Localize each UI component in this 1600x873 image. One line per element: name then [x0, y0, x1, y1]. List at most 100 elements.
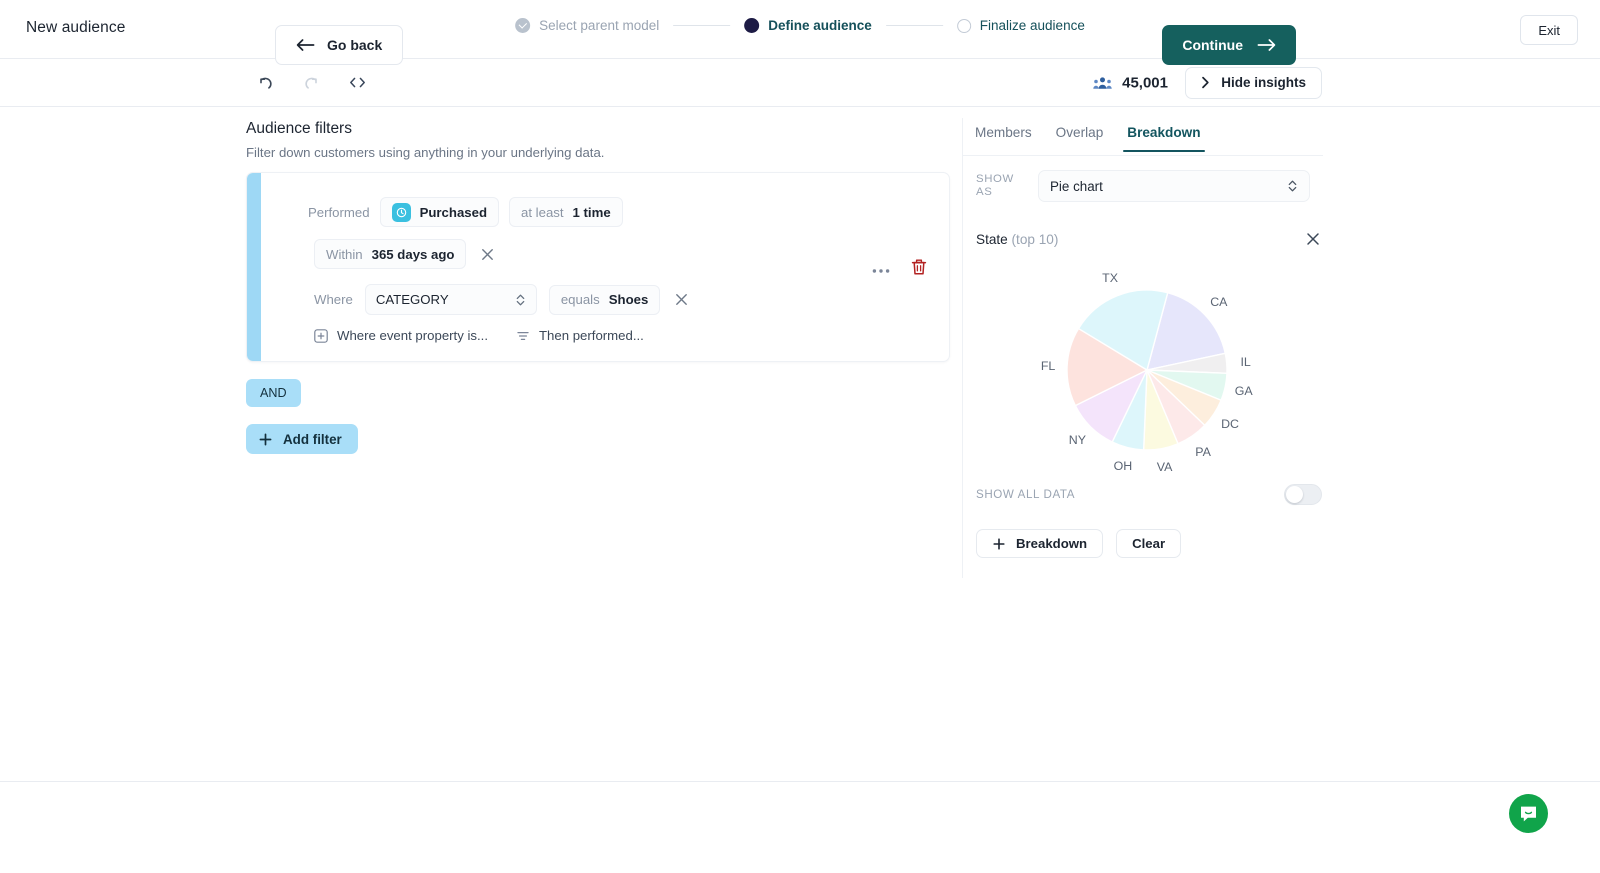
filter-group-accent-bar — [247, 173, 261, 361]
members-count-display: 45,001 — [1093, 74, 1168, 91]
property-value: CATEGORY — [376, 292, 449, 307]
breakdown-pie-chart: CAILGADCPAVAOHNYFLTX — [1000, 268, 1300, 473]
frequency-prefix: at least — [521, 205, 564, 220]
pie-slice-label: PA — [1195, 445, 1211, 459]
plus-icon — [992, 537, 1006, 551]
close-icon — [675, 293, 688, 306]
breakdown-dimension: State — [976, 232, 1008, 247]
show-as-select[interactable]: Pie chart — [1038, 170, 1310, 202]
show-as-row: SHOW AS Pie chart — [976, 170, 1310, 202]
clear-breakdown-button[interactable]: Clear — [1116, 529, 1181, 558]
ellipsis-icon — [872, 268, 890, 274]
event-chip[interactable]: Purchased — [380, 197, 499, 227]
delete-filter-button[interactable] — [908, 258, 930, 280]
funnel-icon — [516, 329, 530, 343]
check-circle-icon — [515, 18, 530, 33]
step-label: Define audience — [768, 18, 872, 33]
view-code-button[interactable] — [344, 70, 370, 96]
chat-support-button[interactable] — [1509, 794, 1548, 833]
redo-button[interactable] — [298, 70, 324, 96]
arrow-left-icon — [296, 38, 315, 52]
members-count-value: 45,001 — [1122, 74, 1168, 91]
filters-subtitle: Filter down customers using anything in … — [246, 145, 952, 160]
continue-label: Continue — [1182, 37, 1243, 53]
insights-tabs: Members Overlap Breakdown — [963, 125, 1213, 152]
frequency-value: 1 time — [573, 205, 611, 220]
people-icon — [1093, 75, 1112, 90]
remove-timeframe-button[interactable] — [478, 245, 496, 263]
footer-bar — [0, 781, 1600, 873]
event-name: Purchased — [420, 205, 487, 220]
property-select[interactable]: CATEGORY — [365, 284, 537, 315]
pie-slice-label: IL — [1240, 355, 1250, 369]
filter-property-row: Where CATEGORY equals Shoes — [314, 284, 690, 315]
pie-slice-label: CA — [1210, 295, 1227, 309]
add-filter-button[interactable]: Add filter — [246, 424, 358, 454]
undo-button[interactable] — [252, 70, 278, 96]
redo-icon — [303, 74, 320, 91]
plus-icon — [258, 432, 273, 447]
frequency-chip[interactable]: at least 1 time — [509, 197, 623, 227]
step-divider — [886, 25, 943, 26]
hide-insights-label: Hide insights — [1221, 75, 1306, 90]
breakdown-header: State (top 10) — [976, 230, 1322, 248]
performed-label: Performed — [308, 205, 370, 220]
exit-button[interactable]: Exit — [1520, 15, 1578, 45]
pie-slice-label: FL — [1041, 359, 1055, 373]
remove-breakdown-button[interactable] — [1304, 230, 1322, 248]
show-all-data-label: SHOW ALL DATA — [976, 488, 1075, 501]
show-as-label: SHOW AS — [976, 173, 1020, 199]
chevron-updown-icon — [515, 293, 526, 307]
breakdown-qualifier: (top 10) — [1012, 232, 1059, 247]
audience-filters-header: Audience filters Filter down customers u… — [246, 120, 952, 160]
editor-toolbar: 45,001 Hide insights — [0, 59, 1600, 107]
chat-bubble-icon — [1518, 803, 1539, 824]
operator-chip[interactable]: equals Shoes — [549, 285, 660, 315]
filter-group-card: Performed Purchased at least 1 time With… — [246, 172, 950, 362]
tab-members[interactable]: Members — [963, 125, 1044, 152]
trash-icon — [910, 258, 928, 277]
filter-more-options-button[interactable] — [868, 258, 894, 280]
tabs-divider — [963, 155, 1323, 156]
pie-slice-label: TX — [1102, 271, 1118, 285]
page-title: New audience — [26, 19, 125, 37]
step-finalize-audience[interactable]: Finalize audience — [957, 18, 1085, 33]
breakdown-title: State (top 10) — [976, 232, 1058, 247]
add-breakdown-button[interactable]: Breakdown — [976, 529, 1103, 558]
add-breakdown-label: Breakdown — [1016, 536, 1087, 551]
step-label: Select parent model — [539, 18, 659, 33]
step-progress: Select parent model Define audience Fina… — [515, 18, 1085, 33]
tab-breakdown[interactable]: Breakdown — [1115, 125, 1212, 152]
then-performed-button[interactable]: Then performed... — [516, 328, 644, 343]
add-event-property-button[interactable]: Where event property is... — [314, 328, 488, 343]
hide-insights-button[interactable]: Hide insights — [1185, 67, 1322, 99]
pie-slice-label: DC — [1221, 417, 1239, 431]
timeframe-chip[interactable]: Within 365 days ago — [314, 239, 466, 269]
step-label: Finalize audience — [980, 18, 1085, 33]
remove-property-button[interactable] — [672, 291, 690, 309]
filter-time-row: Within 365 days ago — [314, 239, 496, 269]
clock-icon — [392, 203, 411, 222]
filter-event-row: Performed Purchased at least 1 time — [308, 197, 623, 227]
add-filter-label: Add filter — [283, 432, 342, 447]
pie-slice-label: VA — [1157, 460, 1173, 474]
step-select-parent-model[interactable]: Select parent model — [515, 18, 659, 33]
step-define-audience[interactable]: Define audience — [744, 18, 872, 33]
tab-overlap[interactable]: Overlap — [1044, 125, 1116, 152]
step-divider — [673, 25, 730, 26]
and-operator-button[interactable]: AND — [246, 379, 301, 407]
close-icon — [1306, 232, 1320, 246]
go-back-button[interactable]: Go back — [275, 25, 403, 65]
operator-value: Shoes — [609, 292, 649, 307]
filters-title: Audience filters — [246, 120, 952, 138]
show-all-data-toggle[interactable] — [1284, 484, 1322, 505]
arrow-right-icon — [1257, 38, 1276, 52]
pie-slice-label: GA — [1235, 384, 1253, 398]
then-performed-label: Then performed... — [539, 328, 644, 343]
code-brackets-icon — [348, 75, 367, 90]
add-event-property-label: Where event property is... — [337, 328, 488, 343]
pie-slice-label: NY — [1069, 433, 1086, 447]
breakdown-actions: Breakdown Clear — [976, 529, 1181, 558]
continue-button[interactable]: Continue — [1162, 25, 1296, 65]
plus-box-icon — [314, 329, 328, 343]
